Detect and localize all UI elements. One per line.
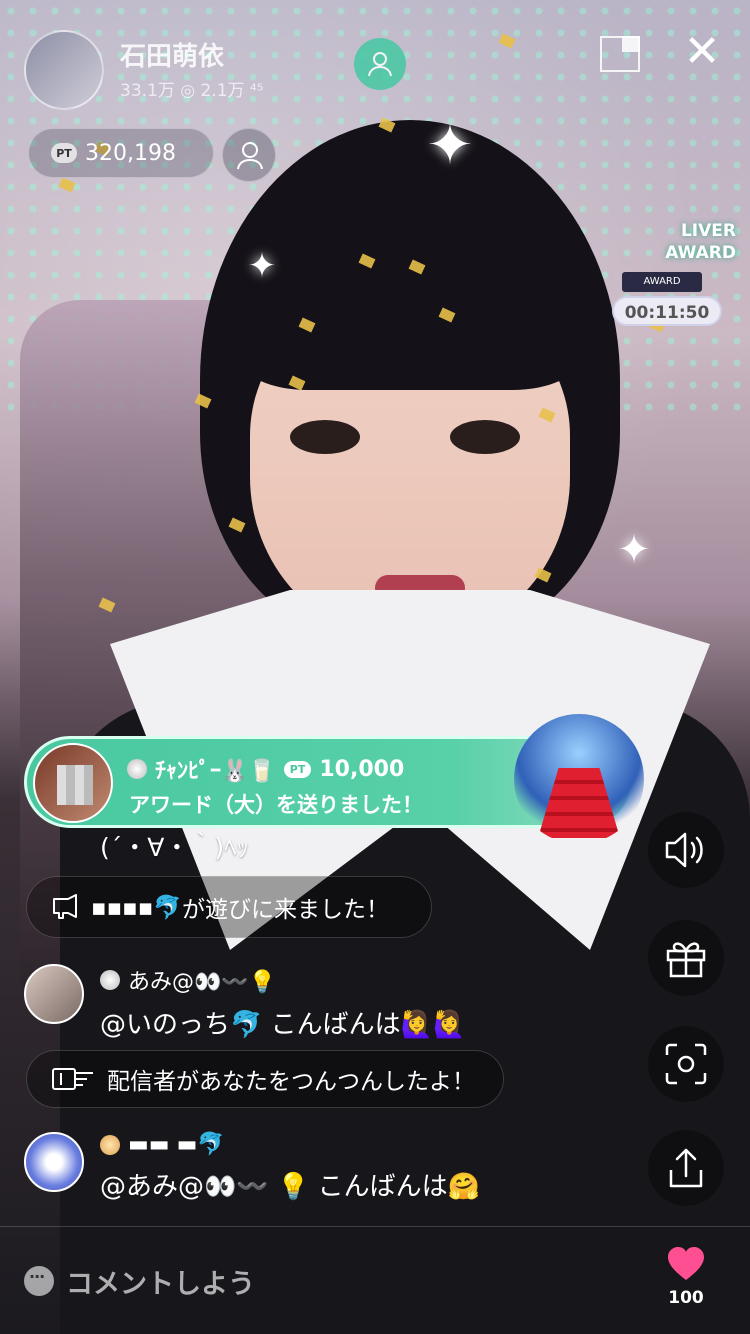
join-notice: ▪▪▪▪🐬 が遊びに来ました！ xyxy=(26,876,432,938)
viewer-icon xyxy=(237,142,263,170)
comment-bubble-icon xyxy=(24,1266,54,1296)
tsuntsun-text: 配信者があなたをつんつんしたよ！ xyxy=(107,1069,475,1095)
liver-award-badge[interactable]: LIVER AWARD AWARD 00:11:50 xyxy=(612,200,736,330)
top-bar: 石田萌依 33.1万 ◎ 2.1万 ⁴⁵ ✕ PT 320,198 xyxy=(0,0,750,200)
screenshot-button[interactable] xyxy=(648,1026,724,1102)
join-user: ▪▪▪▪🐬 xyxy=(91,894,182,921)
commenter-name[interactable]: ▬▬ ▬🐬 xyxy=(100,1132,225,1157)
points-display[interactable]: PT 320,198 xyxy=(28,128,214,178)
viewers-button[interactable] xyxy=(222,128,276,182)
pt-chip: PT xyxy=(283,760,312,778)
commenter-name-text: あみ@👀〰️💡 xyxy=(128,970,277,995)
comment-divider xyxy=(0,1226,750,1227)
award-title: LIVER AWARD xyxy=(626,220,736,264)
poke-hand-icon xyxy=(52,1068,93,1090)
gift-sender-avatar xyxy=(33,743,113,823)
comment-input[interactable]: コメントしよう xyxy=(24,1254,444,1308)
gift-message: アワード（大）を送りました！ xyxy=(129,793,423,817)
commenter-name[interactable]: あみ@👀〰️💡 xyxy=(100,964,276,996)
commenter-avatar[interactable] xyxy=(24,964,84,1024)
award-title-line2: AWARD xyxy=(665,243,736,263)
commenter-name-text: ▬▬ ▬🐬 xyxy=(128,1132,225,1157)
pip-window-icon[interactable] xyxy=(600,36,640,72)
host-avatar[interactable] xyxy=(24,30,104,110)
pt-badge: PT xyxy=(51,143,77,163)
sound-button[interactable] xyxy=(648,812,724,888)
share-icon xyxy=(669,1148,703,1188)
sparkle-icon: ✦ xyxy=(617,527,651,573)
host-stats: 33.1万 ◎ 2.1万 ⁴⁵ xyxy=(120,81,264,101)
gift-icon xyxy=(666,942,706,978)
comment-text: @あみ@👀〰️ 💡 こんばんは🤗 xyxy=(100,1172,481,1202)
award-title-line1: LIVER xyxy=(680,221,736,241)
award-timer: 00:11:50 xyxy=(612,296,722,326)
red-carpet-stage-icon xyxy=(514,714,644,844)
close-icon[interactable]: ✕ xyxy=(680,30,724,74)
streamer-eye xyxy=(450,420,520,454)
tsuntsun-notice: 配信者があなたをつんつんしたよ！ xyxy=(26,1050,504,1108)
comment-text: @いのっち🐬 こんばんは🙋‍♀️🙋‍♀️ xyxy=(100,1010,466,1040)
points-value: 320,198 xyxy=(85,140,176,166)
speaker-icon xyxy=(665,832,703,868)
comment-placeholder: コメントしよう xyxy=(66,1268,255,1300)
streamer-eye xyxy=(290,420,360,454)
heart-icon xyxy=(668,1247,704,1280)
gift-amount: 10,000 xyxy=(319,756,405,782)
like-button[interactable]: 100 xyxy=(654,1246,718,1316)
share-button[interactable] xyxy=(648,1130,724,1206)
red-carpet xyxy=(538,768,620,838)
gift-button[interactable] xyxy=(648,920,724,996)
level-icon xyxy=(100,1134,120,1155)
gift-header: ﾁｬﾝﾋﾟｰ🐰🥛 PT 10,000 xyxy=(127,753,404,785)
camera-focus-icon xyxy=(665,1043,707,1085)
megaphone-icon xyxy=(53,894,77,919)
follow-button[interactable] xyxy=(354,38,406,90)
gift-sender-name: ﾁｬﾝﾋﾟｰ🐰🥛 xyxy=(155,759,276,784)
commenter-avatar[interactable] xyxy=(24,1132,84,1192)
join-text: が遊びに来ました！ xyxy=(182,897,389,923)
chat-kaomoji: (´・∀・｀)ﾍｯ xyxy=(100,833,250,862)
level-icon xyxy=(100,970,120,990)
level-icon xyxy=(127,759,147,779)
like-count: 100 xyxy=(668,1288,704,1308)
user-icon xyxy=(368,52,392,77)
award-plate: AWARD xyxy=(622,272,702,292)
host-name: 石田萌依 xyxy=(120,42,225,72)
sparkle-icon: ✦ xyxy=(247,246,277,286)
